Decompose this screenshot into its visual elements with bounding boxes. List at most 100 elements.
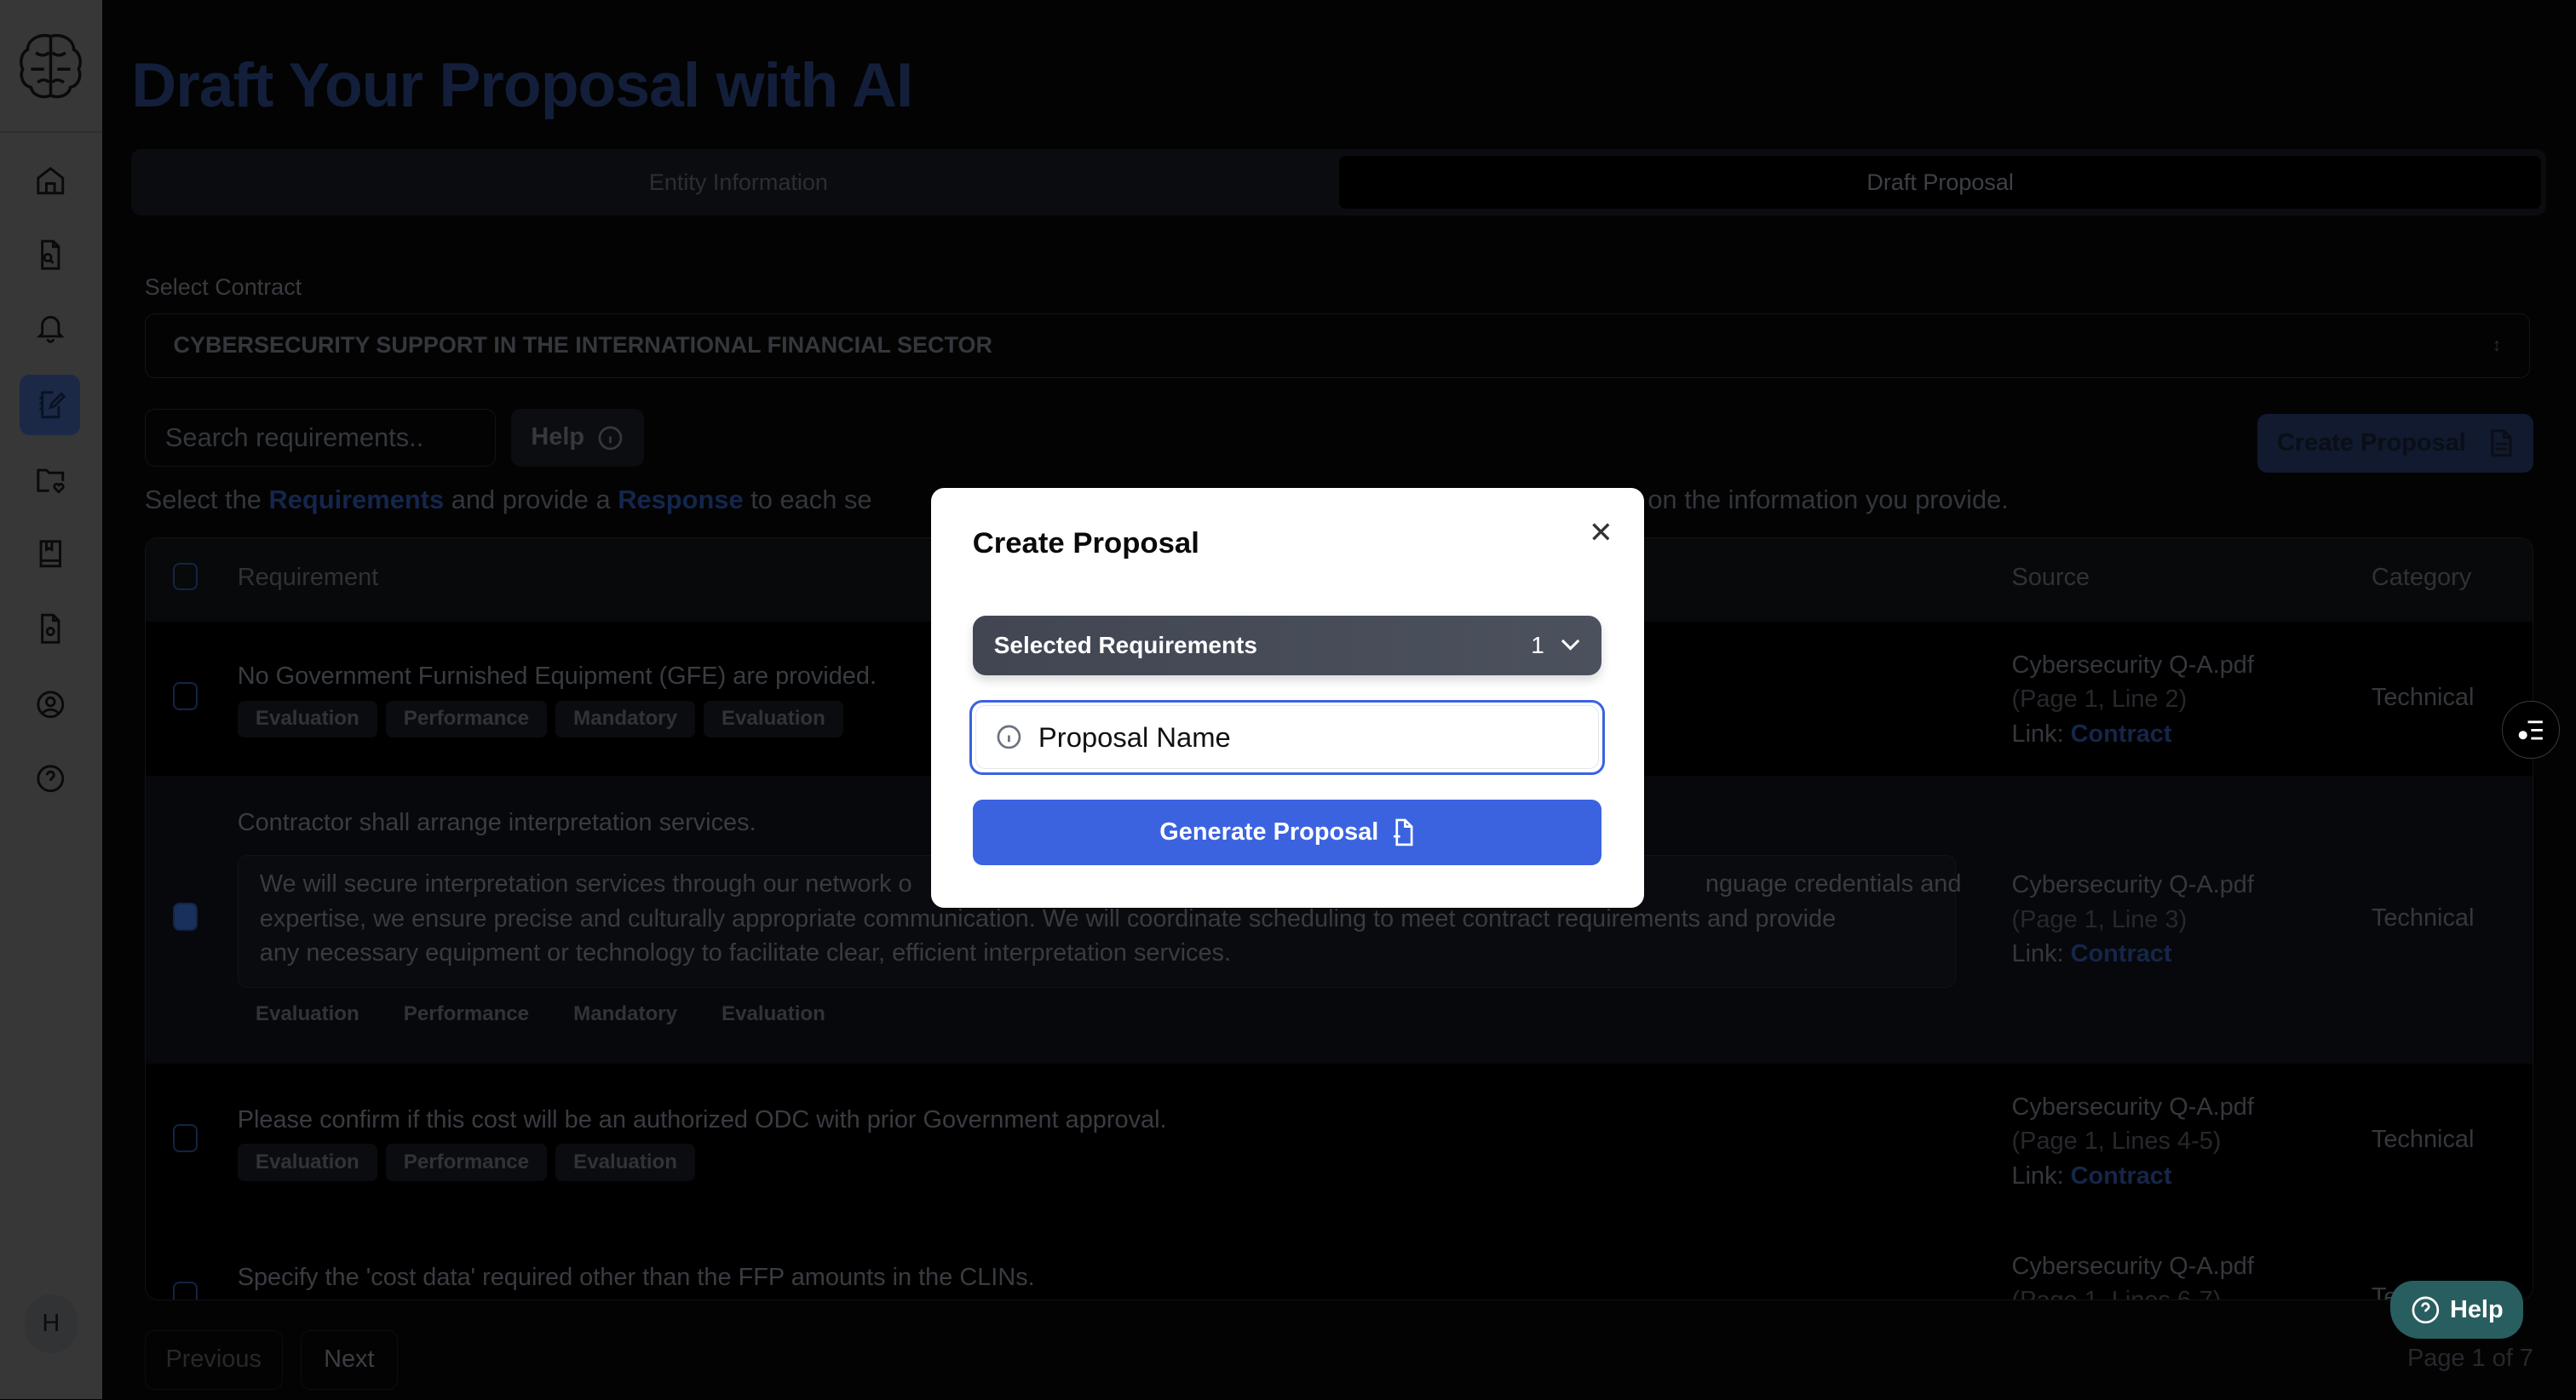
category-cell: Technical (2371, 904, 2475, 932)
sidebar: H (0, 0, 102, 1400)
file-search-icon[interactable] (25, 228, 78, 281)
header-source: Source (2011, 564, 2090, 592)
source-file: Cybersecurity Q-A.pdf (2011, 1093, 2254, 1121)
brain-logo-icon (16, 30, 85, 109)
instruction-text-end: on the information you provide. (1647, 484, 2009, 514)
header-requirement: Requirement (237, 564, 379, 592)
tag: Evaluation (722, 1002, 825, 1026)
contract-link[interactable]: Contract (2071, 940, 2172, 967)
help-button[interactable]: Help (510, 409, 644, 467)
tag: Evaluation (255, 1002, 359, 1026)
user-circle-icon[interactable] (25, 678, 78, 731)
row-checkbox[interactable] (173, 1124, 198, 1152)
header-category: Category (2371, 564, 2472, 592)
requirement-text: Specify the 'cost data' required other t… (237, 1264, 1035, 1292)
response-highlight: Response (618, 484, 744, 514)
response-line: nguage credentials and (1705, 870, 1962, 898)
next-button[interactable]: Next (300, 1330, 398, 1390)
selected-requirements-label: Selected Requirements (993, 631, 1257, 658)
sidebar-divider (0, 131, 102, 134)
link-prefix: Link: (2011, 720, 2064, 748)
book-icon[interactable] (25, 527, 78, 580)
file-plus-icon (1393, 818, 1413, 846)
home-icon[interactable] (25, 154, 78, 207)
tag: Performance (403, 1002, 530, 1026)
chevron-down-icon (1561, 640, 1580, 651)
contract-link[interactable]: Contract (2071, 720, 2172, 748)
proposal-name-input[interactable] (1035, 719, 1535, 755)
source-pages: (Page 1, Lines 6-7) (2011, 1287, 2222, 1301)
file-text-icon (2491, 429, 2512, 457)
chevrons-up-down-icon: ↕ (2492, 335, 2502, 355)
requirements-highlight: Requirements (268, 484, 445, 514)
tag: Performance (385, 1144, 548, 1181)
notebook-pen-icon[interactable] (20, 374, 81, 436)
tag: Evaluation (703, 700, 844, 737)
requirement-text: Please confirm if this cost will be an a… (237, 1105, 1167, 1133)
link-prefix: Link: (2011, 940, 2064, 968)
contract-select[interactable]: CYBERSECURITY SUPPORT IN THE INTERNATION… (144, 313, 2530, 378)
proposal-name-field[interactable] (969, 699, 1606, 776)
source-pages: (Page 1, Line 3) (2011, 905, 2188, 933)
folder-heart-icon[interactable] (25, 453, 78, 506)
tab-draft-proposal[interactable]: Draft Proposal (1338, 156, 2542, 209)
requirement-text: No Government Furnished Equipment (GFE) … (237, 663, 877, 691)
source-cell: Cybersecurity Q-A.pdf (Page 1, Line 3) L… (2012, 868, 2254, 972)
app-root: H Draft Your Proposal with AI Entity Inf… (0, 0, 2576, 1400)
page-title: Draft Your Proposal with AI (131, 49, 913, 120)
tag-list: Evaluation Performance Evaluation (237, 1144, 696, 1181)
source-pages: (Page 1, Lines 4-5) (2011, 1127, 2222, 1156)
source-cell: Cybersecurity Q-A.pdf (Page 1, Lines 4-5… (2012, 1090, 2254, 1194)
page-status: Page 1 of 7 (2406, 1345, 2533, 1373)
help-fab-label: Help (2449, 1295, 2504, 1323)
select-all-checkbox[interactable] (173, 562, 198, 591)
outline-toggle-button[interactable] (2502, 701, 2560, 760)
tag: Evaluation (237, 1144, 377, 1181)
tag-list: Evaluation Performance Mandatory Evaluat… (238, 996, 843, 1033)
search-requirements-input[interactable] (144, 409, 497, 467)
tag: Evaluation (555, 1144, 696, 1181)
tag: Mandatory (573, 1002, 677, 1026)
generate-proposal-label: Generate Proposal (1159, 818, 1379, 846)
response-line: We will secure interpretation services t… (259, 870, 912, 898)
previous-button[interactable]: Previous (144, 1330, 283, 1390)
tab-entity-information[interactable]: Entity Information (138, 156, 1339, 209)
user-avatar[interactable]: H (24, 1294, 78, 1354)
selected-requirements-dropdown[interactable]: Selected Requirements 1 (972, 616, 1602, 675)
help-circle-icon[interactable] (25, 752, 78, 805)
table-row: Please confirm if this cost will be an a… (145, 1063, 2533, 1222)
list-icon (2518, 720, 2543, 740)
source-pages: (Page 1, Line 2) (2011, 686, 2188, 714)
tag: Evaluation (237, 700, 377, 737)
table-row: Specify the 'cost data' required other t… (145, 1220, 2533, 1301)
link-prefix: Link: (2011, 1162, 2064, 1190)
help-circle-icon (2412, 1296, 2439, 1323)
select-contract-label: Select Contract (144, 274, 302, 301)
source-cell: Cybersecurity Q-A.pdf (Page 1, Lines 6-7… (2011, 1249, 2254, 1301)
contract-link[interactable]: Contract (2071, 1162, 2172, 1190)
source-file: Cybersecurity Q-A.pdf (2011, 871, 2254, 899)
source-file: Cybersecurity Q-A.pdf (2011, 651, 2254, 679)
category-cell: Technical (2371, 684, 2475, 712)
source-cell: Cybersecurity Q-A.pdf (Page 1, Line 2) L… (2012, 648, 2254, 752)
response-line: any necessary equipment or technology to… (259, 939, 1232, 967)
generate-proposal-button[interactable]: Generate Proposal (972, 800, 1602, 866)
contract-select-value: CYBERSECURITY SUPPORT IN THE INTERNATION… (173, 332, 992, 359)
category-cell: Technical (2371, 1126, 2475, 1154)
source-file: Cybersecurity Q-A.pdf (2011, 1252, 2254, 1280)
row-checkbox[interactable] (173, 682, 198, 711)
create-proposal-button[interactable]: Create Proposal (2257, 413, 2533, 473)
close-icon[interactable]: ✕ (1589, 516, 1613, 550)
create-proposal-modal: Create Proposal ✕ Selected Requirements … (931, 487, 1645, 909)
tag: Performance (385, 700, 548, 737)
requirement-text: Contractor shall arrange interpretation … (237, 808, 756, 836)
row-checkbox-checked[interactable] (173, 902, 198, 931)
row-checkbox[interactable] (173, 1282, 198, 1300)
instruction-text: Select the Requirements and provide a Re… (144, 484, 872, 514)
file-settings-icon[interactable] (25, 603, 78, 656)
bell-icon[interactable] (25, 302, 78, 355)
help-fab[interactable]: Help (2390, 1281, 2524, 1339)
modal-title: Create Proposal (972, 527, 1199, 560)
info-icon (997, 726, 1021, 749)
selected-count: 1 (1531, 631, 1544, 658)
